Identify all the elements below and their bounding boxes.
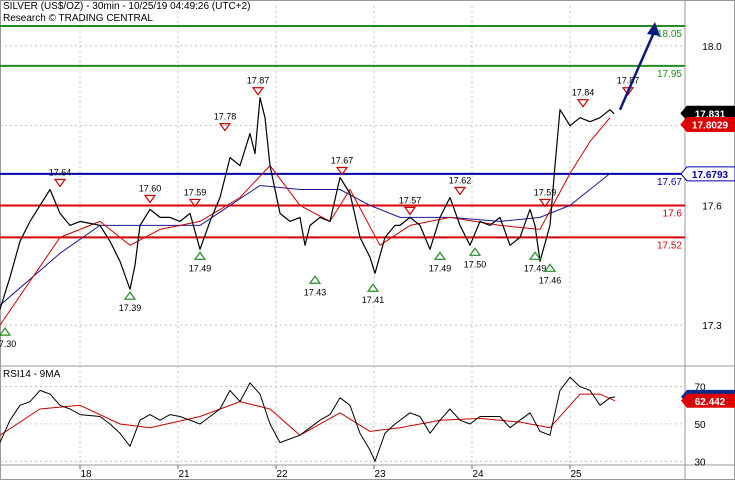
price-tick-label: 17.3 (702, 321, 722, 332)
swing-low-marker (366, 283, 380, 292)
swing-low-label: 17.49 (189, 263, 212, 273)
x-tick-label: 25 (570, 469, 582, 480)
projection-arrow-shaft (618, 29, 657, 111)
swing-high-label: 17.57 (399, 195, 422, 205)
swing-high-label: 17.87 (617, 76, 640, 86)
rsi-value-tag-label: 62.442 (695, 397, 726, 408)
swing-high-label: 17.87 (247, 76, 270, 86)
swing-high-marker (143, 194, 157, 204)
swing-low-label: 17.49 (524, 263, 547, 273)
rsi-line (0, 376, 616, 462)
outer-frame (0, 0, 735, 480)
swing-high-label: 17.60 (139, 183, 162, 193)
moving-average-long-line (0, 173, 611, 306)
swing-high-label: 17.59 (534, 187, 557, 197)
x-tick-label: 23 (374, 469, 386, 480)
swing-low-marker (193, 251, 207, 260)
level-label: 17.67 (657, 177, 682, 188)
swing-high-marker (218, 123, 232, 132)
swing-high-marker (251, 87, 265, 96)
level-label: 17.52 (657, 240, 682, 251)
swing-high-label: 17.59 (184, 187, 207, 197)
x-tick-label: 24 (472, 469, 484, 480)
swing-low-label: 17.39 (119, 303, 142, 313)
price-value-tag-label: 17.8029 (692, 121, 729, 132)
swing-high-marker (403, 206, 417, 216)
x-tick-label: 22 (276, 469, 288, 480)
level-label: 18.05 (657, 29, 682, 40)
swing-high-label: 17.64 (49, 167, 72, 177)
swing-low-label: 17.41 (362, 295, 385, 305)
level-label: 17.6 (663, 208, 683, 219)
price-tick-label: 17.6 (702, 201, 722, 212)
swing-low-label: 17.49 (429, 263, 452, 273)
swing-low-marker (0, 327, 12, 336)
swing-low-marker (123, 291, 137, 300)
swing-high-label: 17.84 (572, 88, 595, 98)
swing-low-marker (433, 251, 447, 260)
swing-high-marker (576, 99, 590, 108)
price-chart: 18.017.817.617.318212223242518.0517.9517… (0, 0, 735, 480)
level-label: 17.95 (657, 69, 682, 80)
x-tick-label: 21 (178, 469, 190, 480)
x-tick-label: 18 (80, 469, 92, 480)
swing-low-marker (468, 247, 482, 256)
swing-high-marker (53, 178, 67, 188)
price-tick-label: 18.0 (702, 42, 722, 53)
price-value-tag-label: 17.6793 (692, 170, 729, 181)
swing-low-label: 17.43 (304, 287, 327, 297)
swing-low-label: 17.50 (464, 259, 487, 269)
rsi-tick-label: 50 (694, 420, 706, 431)
swing-high-marker (453, 186, 467, 196)
swing-high-label: 17.78 (214, 112, 237, 122)
swing-high-label: 17.67 (331, 156, 354, 166)
swing-low-marker (543, 263, 557, 272)
swing-low-label: 17.30 (0, 339, 16, 349)
rsi-panel-label: RSI14 - 9MA (3, 369, 61, 380)
price-line (0, 97, 615, 310)
rsi-tick-label: 30 (694, 457, 706, 468)
swing-low-marker (308, 275, 322, 284)
swing-high-label: 17.62 (449, 175, 472, 185)
swing-low-label: 17.46 (539, 275, 562, 285)
